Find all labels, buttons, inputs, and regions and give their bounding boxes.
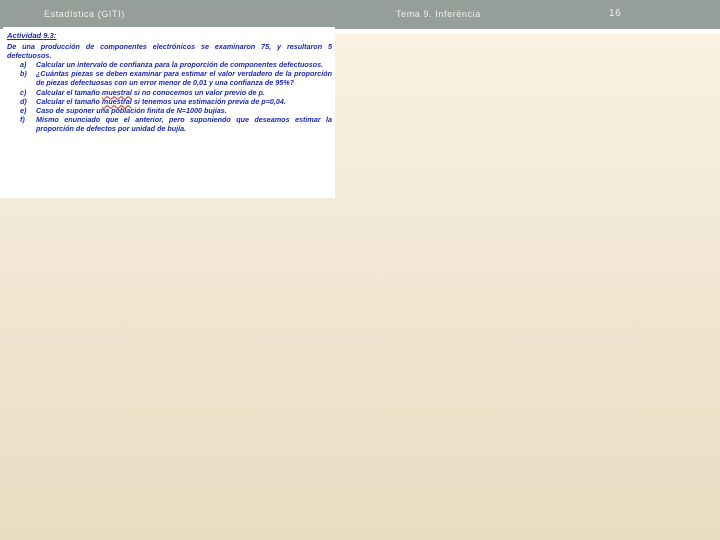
- item-text: Calcular el tamaño muestral si no conoce…: [36, 88, 332, 97]
- item-text-pre: Calcular el tamaño: [36, 87, 102, 97]
- spellcheck-word: muestral: [101, 96, 132, 106]
- list-item: b) ¿Cuántas piezas se deben examinar par…: [7, 69, 332, 87]
- spellcheck-word: muestral: [101, 87, 132, 97]
- item-letter: c): [20, 87, 27, 97]
- item-letter: b): [20, 69, 27, 79]
- activity-title: Actividad 9.3:: [7, 31, 57, 40]
- item-text: Calcular el tamaño muestral si tenemos u…: [36, 97, 332, 106]
- item-text: ¿Cuántas piezas se deben examinar para e…: [36, 69, 332, 88]
- header-bar: Estadística (GITI) Tema 9. Inferència 16: [0, 0, 720, 29]
- topic-title: Tema 9. Inferència: [396, 9, 481, 19]
- list-item: c) Calcular el tamaño muestral si no con…: [7, 88, 332, 97]
- activity-intro: De una producción de componentes electró…: [7, 42, 332, 61]
- list-item: e) Caso de suponer una población finita …: [7, 106, 332, 115]
- item-letter: d): [20, 96, 27, 106]
- item-text-pre: Calcular el tamaño: [36, 96, 102, 106]
- item-letter: a): [20, 60, 27, 70]
- item-text-post: si tenemos una estimación previa de p=0,…: [131, 96, 286, 106]
- list-item: f) Mismo enunciado que el anterior, pero…: [7, 115, 332, 133]
- item-text: Mismo enunciado que el anterior, pero su…: [36, 114, 332, 133]
- list-item: a) Calcular un intervalo de confianza pa…: [7, 60, 332, 69]
- item-text: Calcular un intervalo de confianza para …: [36, 60, 324, 70]
- item-text-post: si no conocemos un valor previo de p.: [131, 87, 265, 97]
- list-item: d) Calcular el tamaño muestral si tenemo…: [7, 97, 332, 106]
- page-number: 16: [609, 8, 622, 19]
- item-letter: f): [20, 114, 25, 124]
- course-title: Estadística (GITI): [44, 9, 125, 19]
- activity-image: Actividad 9.3: De una producción de comp…: [3, 27, 335, 198]
- item-letter: e): [20, 105, 27, 115]
- item-text: Caso de suponer una población finita de …: [36, 105, 227, 115]
